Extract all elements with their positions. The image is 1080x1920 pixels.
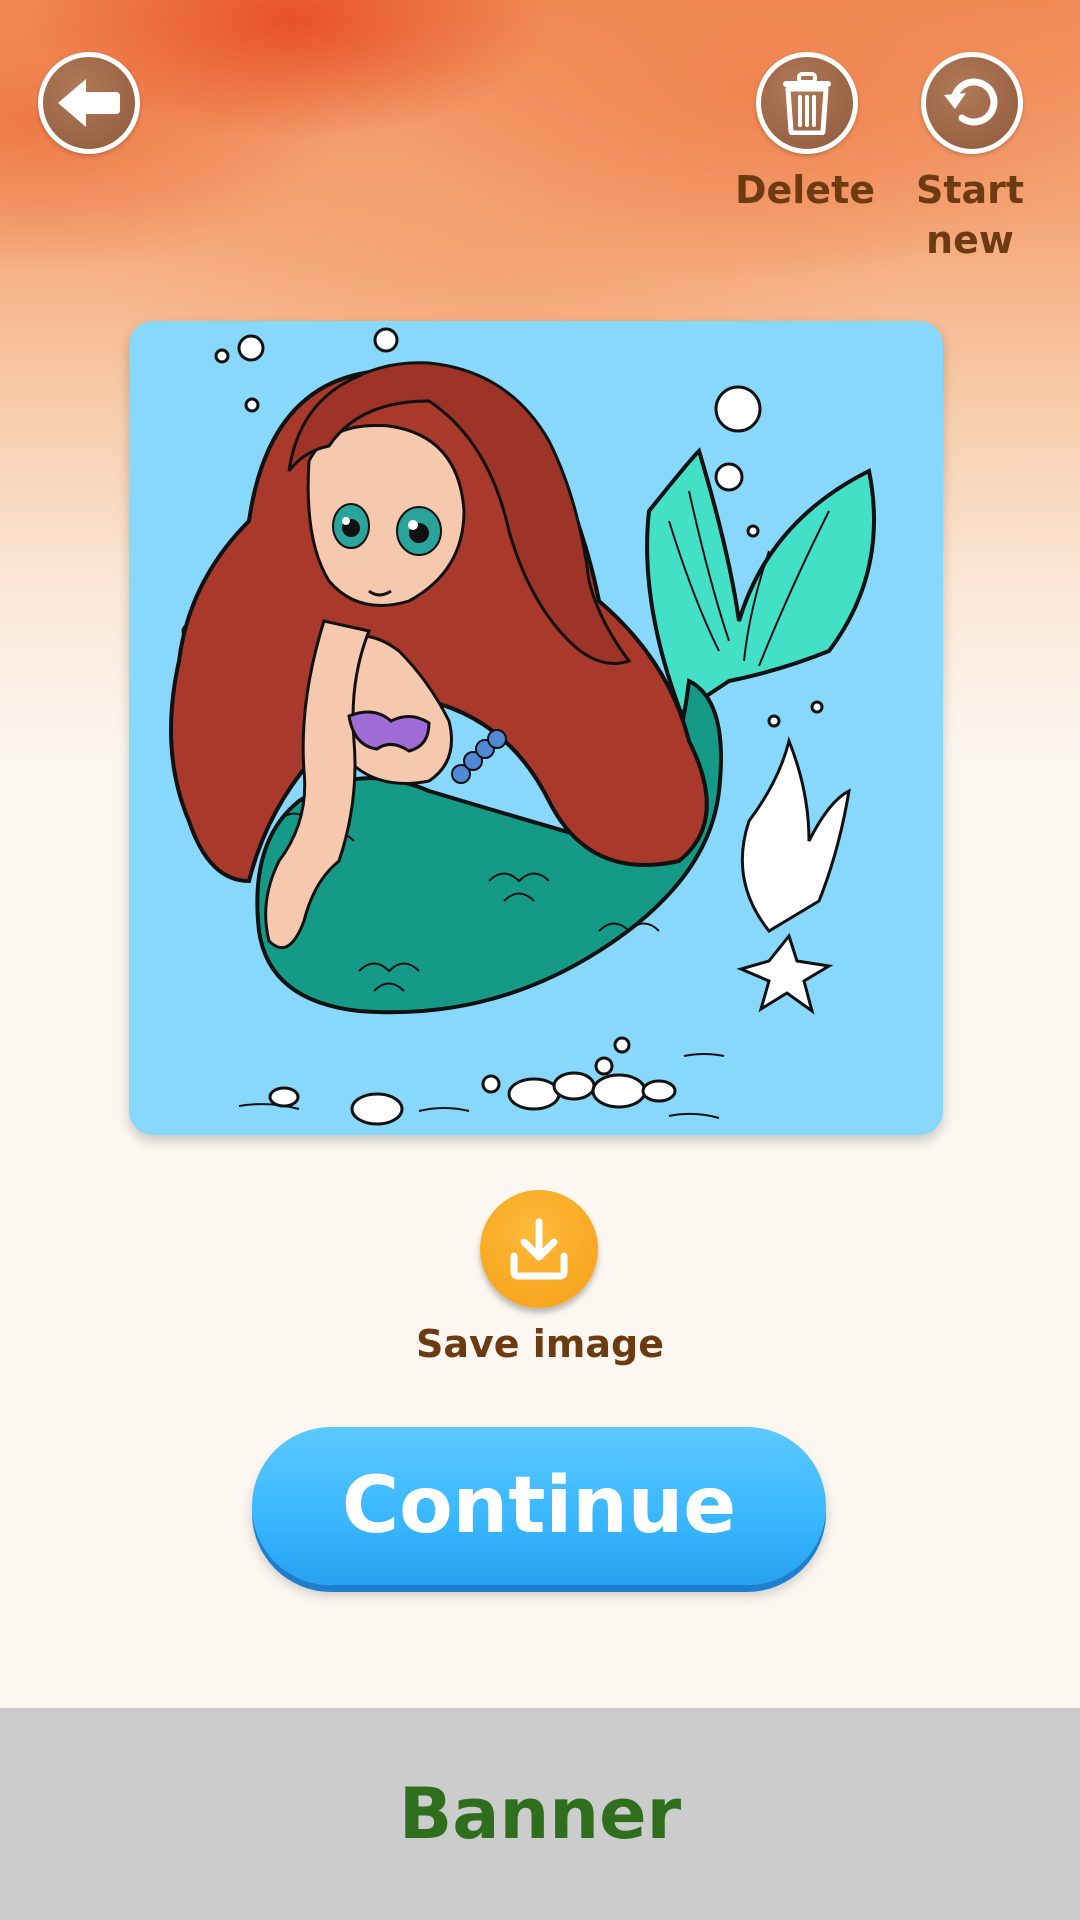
banner-label: Banner [398,1773,682,1855]
restart-icon [944,78,998,126]
back-button[interactable] [38,52,140,154]
back-arrow-icon [58,79,120,127]
mermaid-picture [169,327,876,1126]
download-icon [510,1218,568,1280]
artwork-canvas[interactable] [129,321,943,1135]
trash-icon [783,72,831,135]
delete-button[interactable] [756,52,858,154]
ad-banner[interactable]: Banner [0,1708,1080,1920]
start-new-button[interactable] [921,52,1023,154]
continue-button[interactable]: Continue [252,1427,826,1585]
save-image-label: Save image [415,1322,665,1366]
start-new-label: Start new [915,168,1025,262]
delete-label: Delete [734,168,876,212]
save-image-button[interactable] [480,1190,598,1308]
